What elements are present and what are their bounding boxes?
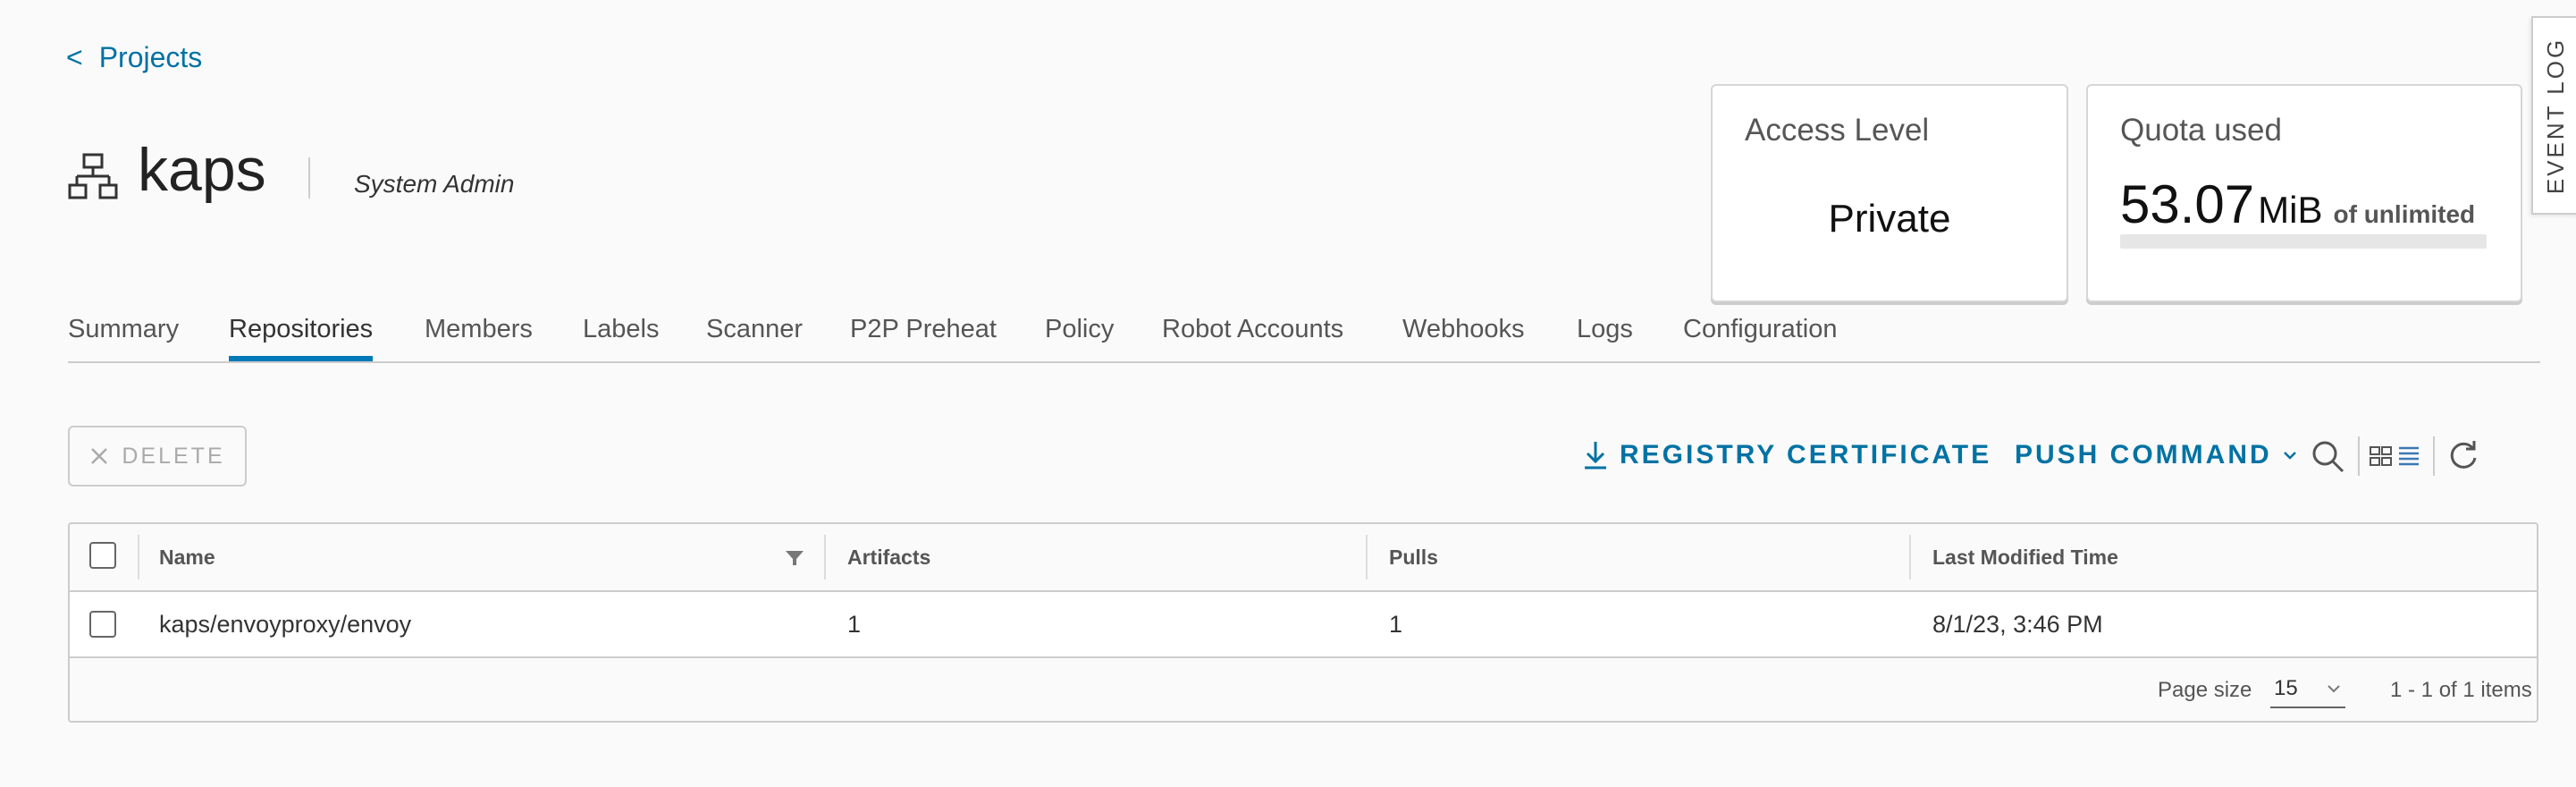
project-tabs: Summary Repositories Members Labels Scan… xyxy=(68,315,2540,363)
project-name: kaps xyxy=(138,136,266,204)
page-size-value: 15 xyxy=(2274,676,2298,700)
registry-certificate-label: REGISTRY CERTIFICATE xyxy=(1620,440,1992,470)
tab-robot-accounts[interactable]: Robot Accounts xyxy=(1162,315,1343,360)
tab-policy[interactable]: Policy xyxy=(1045,315,1114,360)
chevron-down-icon xyxy=(2283,452,2296,460)
page-size-select[interactable]: 15 xyxy=(2270,671,2345,708)
repositories-table: Name Artifacts Pulls Last Modified Time … xyxy=(68,522,2538,723)
table-row: kaps/envoyproxy/envoy 1 1 8/1/23, 3:46 P… xyxy=(70,592,2537,658)
access-level-value: Private xyxy=(1828,197,1951,241)
chevron-left-icon: < xyxy=(66,41,83,73)
tab-configuration[interactable]: Configuration xyxy=(1683,315,1838,360)
refresh-icon[interactable] xyxy=(2446,438,2481,474)
registry-certificate-button[interactable]: REGISTRY CERTIFICATE xyxy=(1582,440,1991,470)
tab-logs[interactable]: Logs xyxy=(1577,315,1633,360)
close-icon xyxy=(91,448,108,464)
access-level-title: Access Level xyxy=(1745,113,1930,148)
back-to-projects-link[interactable]: < Projects xyxy=(66,41,202,74)
push-command-label: PUSH COMMAND xyxy=(2015,440,2272,470)
quota-title: Quota used xyxy=(2120,113,2282,148)
event-log-tab[interactable]: EVENT LOG xyxy=(2531,16,2576,215)
tab-webhooks[interactable]: Webhooks xyxy=(1402,315,1525,360)
tab-members[interactable]: Members xyxy=(425,315,533,360)
event-log-label: EVENT LOG xyxy=(2542,37,2570,194)
tab-p2p-preheat[interactable]: P2P Preheat xyxy=(850,315,997,360)
delete-label: DELETE xyxy=(122,443,225,469)
header-divider xyxy=(308,157,310,199)
access-level-card: Access Level Private xyxy=(1711,84,2068,302)
pagination-range: 1 - 1 of 1 items xyxy=(2390,678,2532,702)
tab-labels[interactable]: Labels xyxy=(583,315,659,360)
quota-card: Quota used 53.07 MiB of unlimited xyxy=(2086,84,2522,302)
last-modified-time: 8/1/23, 3:46 PM xyxy=(1932,610,2103,638)
column-divider xyxy=(138,535,139,580)
pulls-count: 1 xyxy=(1389,610,1403,638)
tab-scanner[interactable]: Scanner xyxy=(706,315,803,360)
row-checkbox[interactable] xyxy=(89,611,116,638)
table-header: Name Artifacts Pulls Last Modified Time xyxy=(70,524,2537,592)
project-role: System Admin xyxy=(354,170,515,198)
artifacts-count: 1 xyxy=(847,610,862,638)
quota-limit: of unlimited xyxy=(2333,200,2476,228)
toolbar-divider xyxy=(2358,436,2360,476)
column-header-artifacts[interactable]: Artifacts xyxy=(847,524,930,590)
column-header-pulls[interactable]: Pulls xyxy=(1389,524,1438,590)
column-divider xyxy=(1366,535,1368,580)
delete-button[interactable]: DELETE xyxy=(68,426,247,487)
search-icon[interactable] xyxy=(2310,438,2345,474)
quota-value: 53.07 xyxy=(2120,174,2255,234)
repository-name-link[interactable]: kaps/envoyproxy/envoy xyxy=(159,592,411,656)
download-icon xyxy=(1585,442,1606,470)
table-footer: Page size 15 1 - 1 of 1 items xyxy=(70,658,2537,721)
view-toggle-icon[interactable] xyxy=(2369,438,2422,474)
column-divider xyxy=(824,535,826,580)
quota-unit: MiB xyxy=(2258,189,2323,231)
column-header-last-modified[interactable]: Last Modified Time xyxy=(1932,524,2118,590)
breadcrumb-label: Projects xyxy=(98,41,203,73)
project-tree-icon xyxy=(68,153,118,199)
tab-summary[interactable]: Summary xyxy=(68,315,179,360)
chevron-down-icon xyxy=(2328,685,2340,693)
column-header-name[interactable]: Name xyxy=(159,524,215,590)
push-command-dropdown[interactable]: PUSH COMMAND xyxy=(2015,440,2297,470)
tab-repositories[interactable]: Repositories xyxy=(229,315,374,361)
quota-value-line: 53.07 MiB of unlimited xyxy=(2120,173,2475,235)
toolbar-divider xyxy=(2433,436,2435,476)
quota-progress-bar xyxy=(2120,234,2487,249)
select-all-checkbox[interactable] xyxy=(89,542,116,569)
column-divider xyxy=(1909,535,1911,580)
page-size-label: Page size xyxy=(2158,678,2252,702)
filter-icon[interactable] xyxy=(785,549,804,567)
